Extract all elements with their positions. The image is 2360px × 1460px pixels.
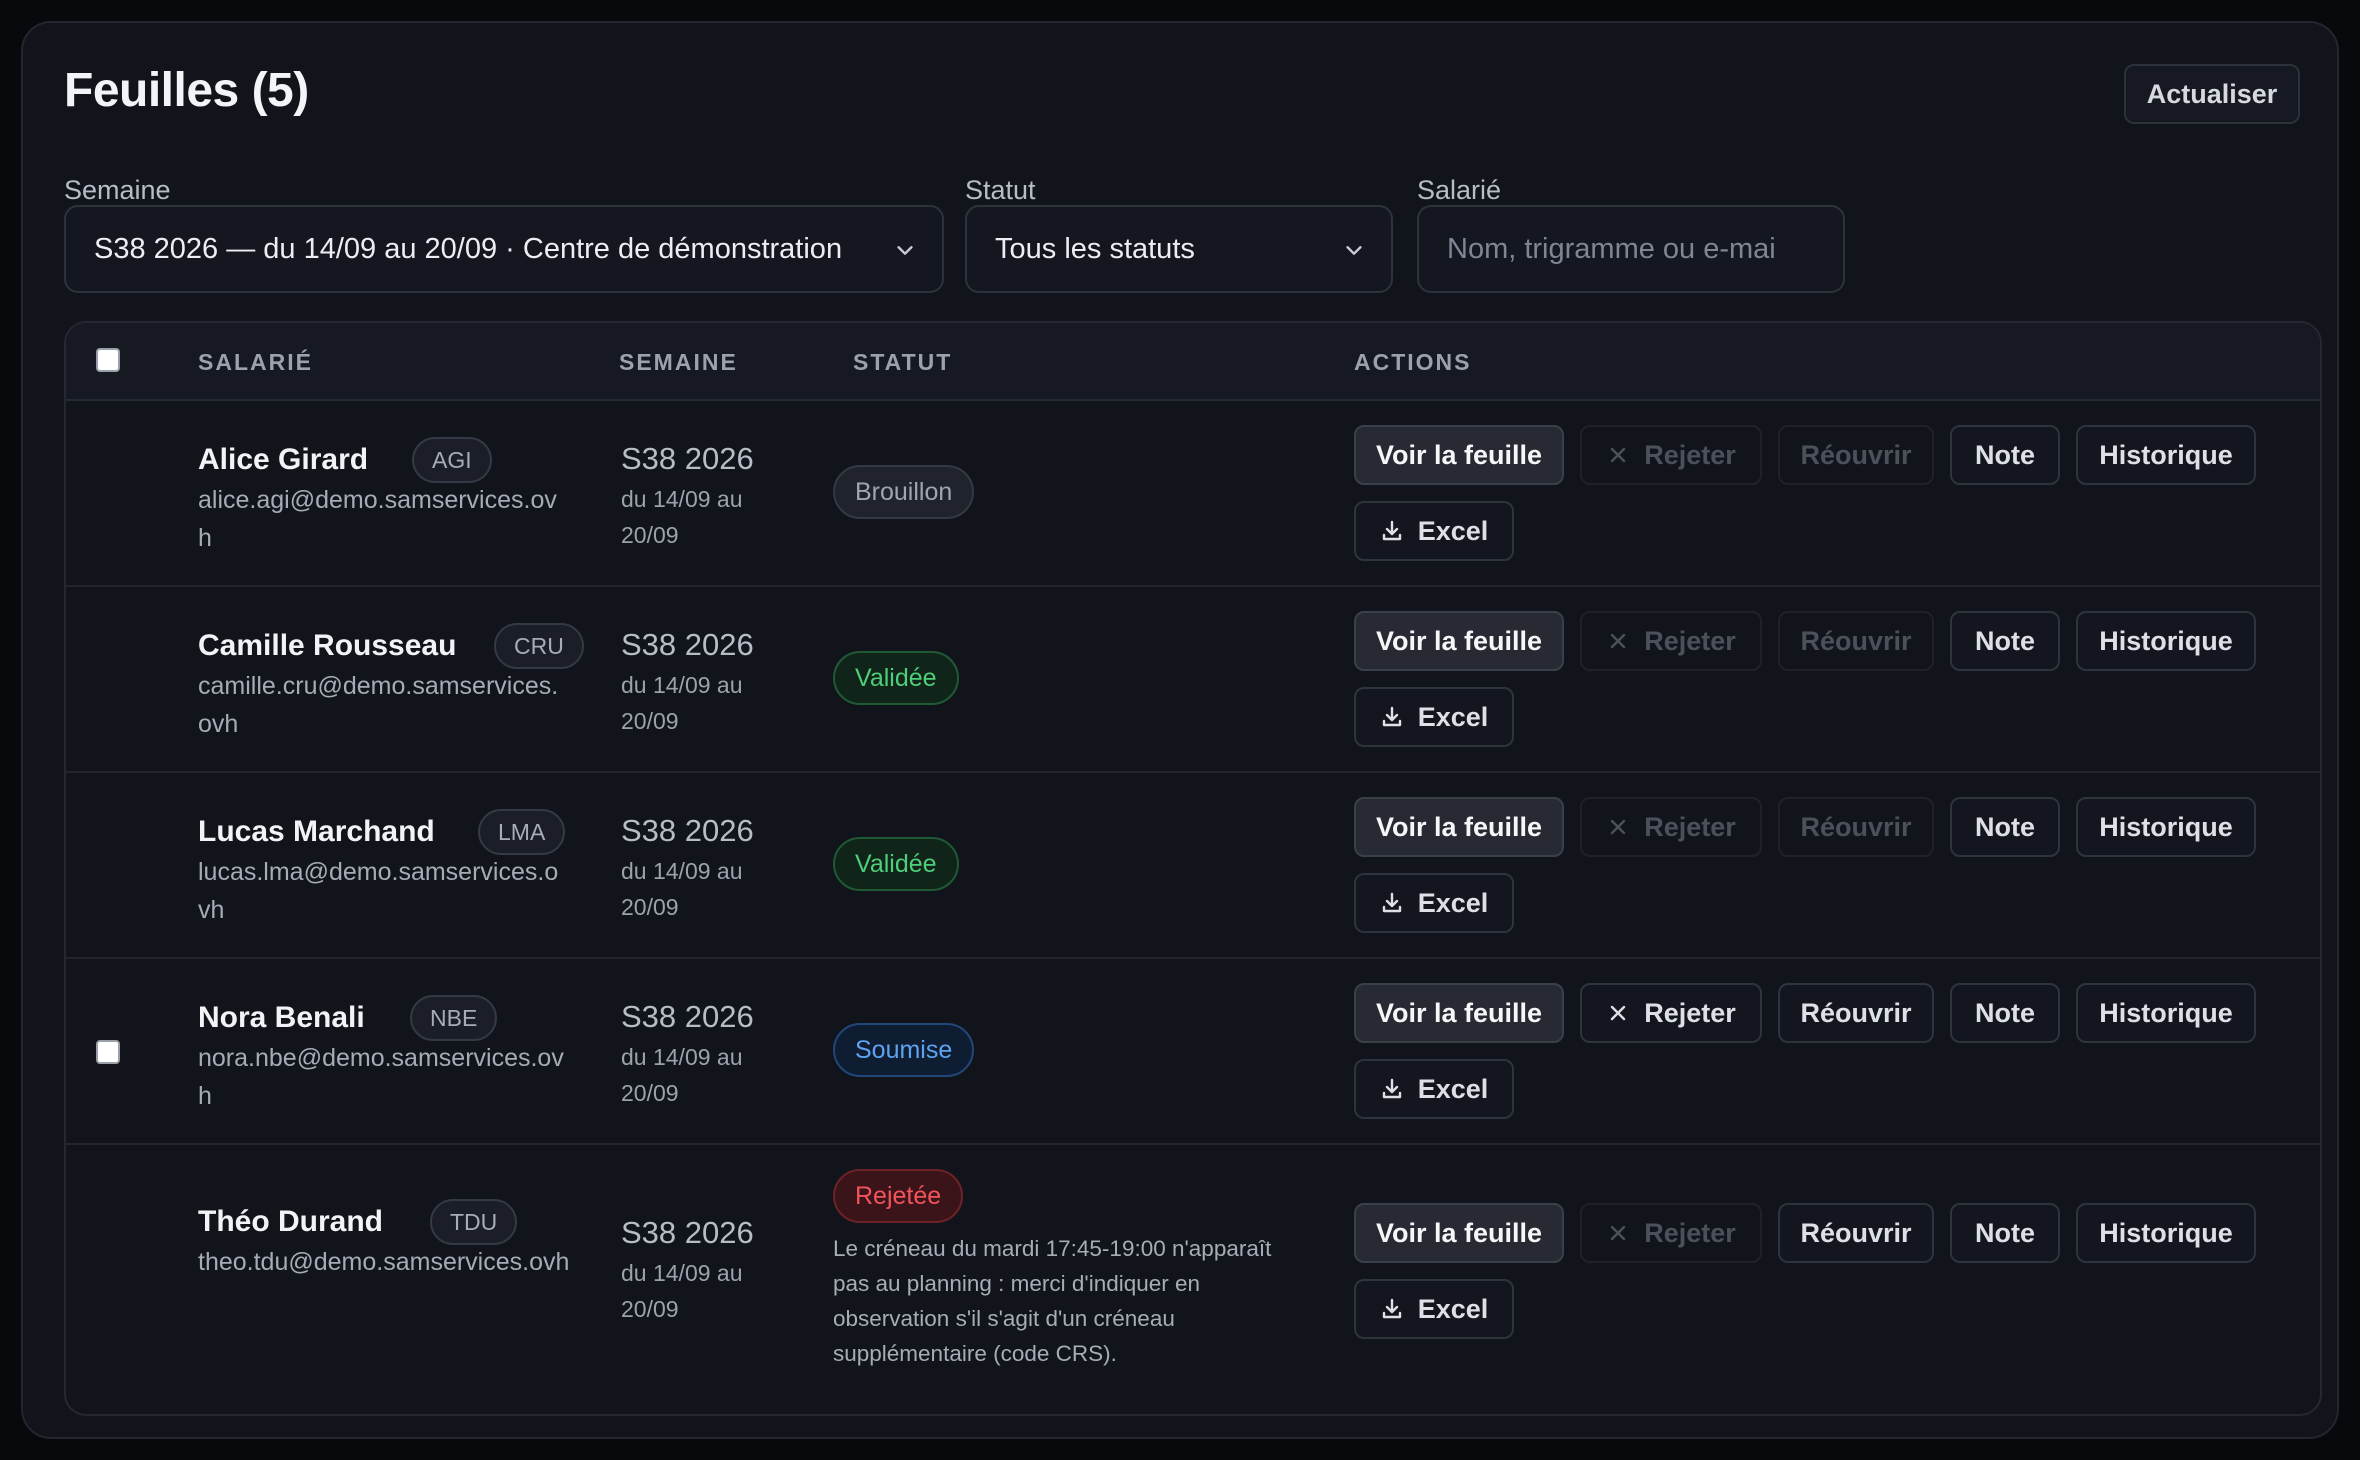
trigram-badge: TDU	[430, 1199, 518, 1245]
week-label: S38 2026	[621, 1215, 754, 1250]
chevron-down-icon	[897, 246, 913, 255]
reject-button[interactable]: Rejeter	[1580, 611, 1762, 671]
week-filter-label: Semaine	[64, 175, 171, 205]
column-header-week: SEMAINE	[619, 349, 738, 375]
close-icon	[1611, 633, 1626, 649]
excel-export-button[interactable]: Excel	[1354, 1059, 1514, 1119]
table-row: Alice Girard AGI alice.agi@demo.samservice…	[66, 401, 2320, 587]
employee-filter-label: Salarié	[1417, 175, 1502, 205]
close-icon	[1611, 1005, 1626, 1021]
employee-email: camille.cru@demo.samservices.ovh	[198, 672, 559, 738]
status-badge: Rejetée	[833, 1169, 964, 1223]
rejection-note: Le créneau du mardi 17:45-19:00 n'appara…	[833, 1236, 1272, 1366]
excel-export-button[interactable]: Excel	[1354, 1279, 1514, 1339]
history-button[interactable]: Historique	[2076, 983, 2256, 1043]
close-icon	[1611, 819, 1626, 835]
employee-search-placeholder: Nom, trigramme ou e-mai	[1447, 232, 1776, 265]
view-sheet-button[interactable]: Voir la feuille	[1354, 611, 1564, 671]
refresh-button[interactable]: Actualiser	[2124, 64, 2300, 124]
reject-button[interactable]: Rejeter	[1580, 797, 1762, 857]
excel-export-button[interactable]: Excel	[1354, 687, 1514, 747]
employee-email: alice.agi@demo.samservices.ovh	[198, 486, 557, 552]
status-filter-label: Statut	[965, 175, 1036, 205]
sheets-panel: Feuilles (5) Actualiser Semaine Statut S…	[21, 21, 2339, 1439]
select-all-checkbox[interactable]	[96, 348, 120, 372]
reopen-button[interactable]: Réouvrir	[1778, 983, 1934, 1043]
employee-name: Théo Durand	[198, 1205, 383, 1238]
status-badge: Validée	[833, 651, 959, 705]
week-range: du 14/09 au 20/09	[621, 672, 743, 734]
page-title: Feuilles (5)	[64, 64, 309, 117]
download-icon	[1382, 1298, 1401, 1319]
download-icon	[1382, 1078, 1401, 1099]
week-select[interactable]: S38 2026 — du 14/09 au 20/09 · Centre de…	[64, 205, 944, 293]
column-header-actions: ACTIONS	[1354, 349, 1472, 375]
status-badge: Brouillon	[833, 465, 975, 519]
employee-name: Lucas Marchand	[198, 815, 435, 848]
week-label: S38 2026	[621, 627, 754, 662]
column-header-status: STATUT	[853, 349, 953, 375]
download-icon	[1382, 520, 1401, 541]
employee-email: nora.nbe@demo.samservices.ovh	[198, 1044, 564, 1110]
status-select[interactable]: Tous les statuts	[965, 205, 1393, 293]
week-label: S38 2026	[621, 813, 754, 848]
table-row: Camille Rousseau CRU camille.cru@demo.sams…	[66, 587, 2320, 773]
history-button[interactable]: Historique	[2076, 425, 2256, 485]
excel-export-button[interactable]: Excel	[1354, 873, 1514, 933]
trigram-badge: CRU	[494, 623, 584, 669]
reject-button[interactable]: Rejeter	[1580, 425, 1762, 485]
note-button[interactable]: Note	[1950, 611, 2060, 671]
note-button[interactable]: Note	[1950, 983, 2060, 1043]
close-icon	[1611, 447, 1626, 463]
employee-email: theo.tdu@demo.samservices.ovh	[198, 1248, 570, 1276]
note-button[interactable]: Note	[1950, 425, 2060, 485]
table-header: SALARIÉ SEMAINE STATUT ACTIONS	[66, 323, 2320, 401]
table-row: Théo Durand TDU theo.tdu@demo.samservices.…	[66, 1145, 2320, 1400]
view-sheet-button[interactable]: Voir la feuille	[1354, 797, 1564, 857]
view-sheet-button[interactable]: Voir la feuille	[1354, 983, 1564, 1043]
reject-button[interactable]: Rejeter	[1580, 983, 1762, 1043]
table-row: Nora Benali NBE nora.nbe@demo.samservices.…	[66, 959, 2320, 1145]
download-icon	[1382, 706, 1401, 727]
column-header-employee: SALARIÉ	[198, 349, 313, 375]
reopen-button[interactable]: Réouvrir	[1778, 797, 1934, 857]
note-button[interactable]: Note	[1950, 797, 2060, 857]
employee-search-input[interactable]: Nom, trigramme ou e-mai	[1417, 205, 1845, 293]
trigram-badge: NBE	[410, 995, 498, 1041]
week-range: du 14/09 au 20/09	[621, 1260, 743, 1322]
reject-button[interactable]: Rejeter	[1580, 1203, 1762, 1263]
view-sheet-button[interactable]: Voir la feuille	[1354, 425, 1564, 485]
reopen-button[interactable]: Réouvrir	[1778, 1203, 1934, 1263]
history-button[interactable]: Historique	[2076, 611, 2256, 671]
week-range: du 14/09 au 20/09	[621, 858, 743, 920]
download-icon	[1382, 892, 1401, 913]
sheets-table: SALARIÉ SEMAINE STATUT ACTIONS Alice Gir…	[64, 321, 2322, 1416]
note-button[interactable]: Note	[1950, 1203, 2060, 1263]
week-select-value: S38 2026 — du 14/09 au 20/09 · Centre de…	[94, 232, 843, 265]
chevron-down-icon	[1346, 246, 1362, 255]
status-badge: Validée	[833, 837, 959, 891]
excel-export-button[interactable]: Excel	[1354, 501, 1514, 561]
week-range: du 14/09 au 20/09	[621, 1044, 743, 1106]
trigram-badge: AGI	[412, 437, 492, 483]
reopen-button[interactable]: Réouvrir	[1778, 611, 1934, 671]
history-button[interactable]: Historique	[2076, 1203, 2256, 1263]
close-icon	[1611, 1225, 1626, 1241]
status-badge: Soumise	[833, 1023, 975, 1077]
week-label: S38 2026	[621, 441, 754, 476]
employee-name: Alice Girard	[198, 443, 369, 476]
view-sheet-button[interactable]: Voir la feuille	[1354, 1203, 1564, 1263]
week-label: S38 2026	[621, 999, 754, 1034]
table-row: Lucas Marchand LMA lucas.lma@demo.samservi…	[66, 773, 2320, 959]
employee-email: lucas.lma@demo.samservices.ovh	[198, 858, 559, 924]
row-checkbox[interactable]	[96, 1040, 120, 1064]
employee-name: Camille Rousseau	[198, 629, 457, 662]
week-range: du 14/09 au 20/09	[621, 486, 743, 548]
trigram-badge: LMA	[478, 809, 566, 855]
history-button[interactable]: Historique	[2076, 797, 2256, 857]
status-select-value: Tous les statuts	[995, 232, 1195, 265]
reopen-button[interactable]: Réouvrir	[1778, 425, 1934, 485]
employee-name: Nora Benali	[198, 1001, 365, 1034]
